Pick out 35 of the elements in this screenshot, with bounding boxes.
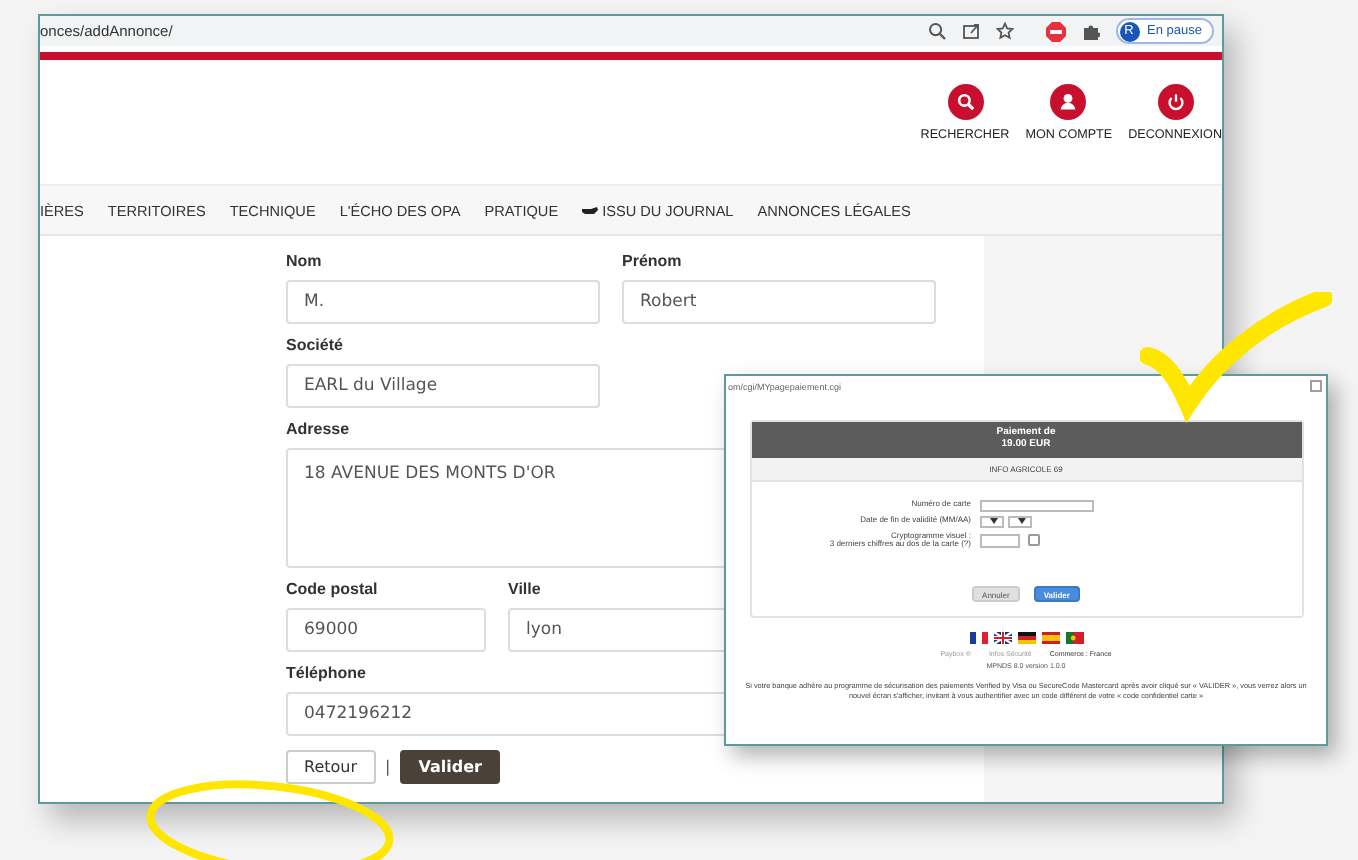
input-field[interactable]: 69000 — [286, 608, 486, 652]
month-dropdown[interactable] — [979, 515, 1003, 527]
portuguese-flag-icon[interactable] — [1065, 632, 1083, 645]
spanish-flag-icon[interactable] — [1041, 632, 1059, 645]
input-field[interactable]: Robert — [622, 280, 936, 324]
puzzle-icon[interactable] — [1081, 22, 1100, 40]
british-flag-icon[interactable] — [993, 632, 1011, 645]
checkbox[interactable] — [1027, 534, 1039, 547]
star-icon[interactable] — [995, 22, 1014, 40]
field-label: Téléphone — [286, 664, 369, 682]
back-button[interactable]: Retour — [286, 750, 376, 784]
field-label: Société — [286, 336, 345, 354]
field-label: Prénom — [622, 252, 684, 270]
input-field[interactable]: EARL du Village — [286, 364, 600, 408]
field-label: Code postal — [286, 580, 380, 598]
french-flag-icon[interactable] — [969, 632, 987, 645]
input-field[interactable]: M. — [286, 280, 600, 324]
person-icon[interactable] — [1050, 84, 1087, 120]
zoom-icon[interactable] — [927, 22, 946, 40]
month-dropdown[interactable] — [1007, 515, 1031, 527]
power-icon[interactable] — [1157, 84, 1194, 120]
caret-icon — [1017, 518, 1025, 524]
submit-button[interactable]: Valider — [400, 750, 500, 784]
stop-sign-icon[interactable] — [1045, 21, 1066, 41]
share-icon[interactable] — [961, 22, 980, 40]
cvv-field[interactable] — [979, 533, 1019, 548]
field-label: Ville — [508, 580, 543, 598]
field-label: Nom — [286, 252, 324, 270]
field-label: Adresse — [286, 420, 352, 438]
german-flag-icon[interactable] — [1017, 632, 1035, 645]
window-icon[interactable] — [1310, 380, 1322, 392]
separator: | — [385, 758, 391, 776]
card-number-field[interactable] — [979, 499, 1093, 511]
caret-icon — [989, 518, 997, 524]
search-icon[interactable] — [947, 84, 983, 120]
